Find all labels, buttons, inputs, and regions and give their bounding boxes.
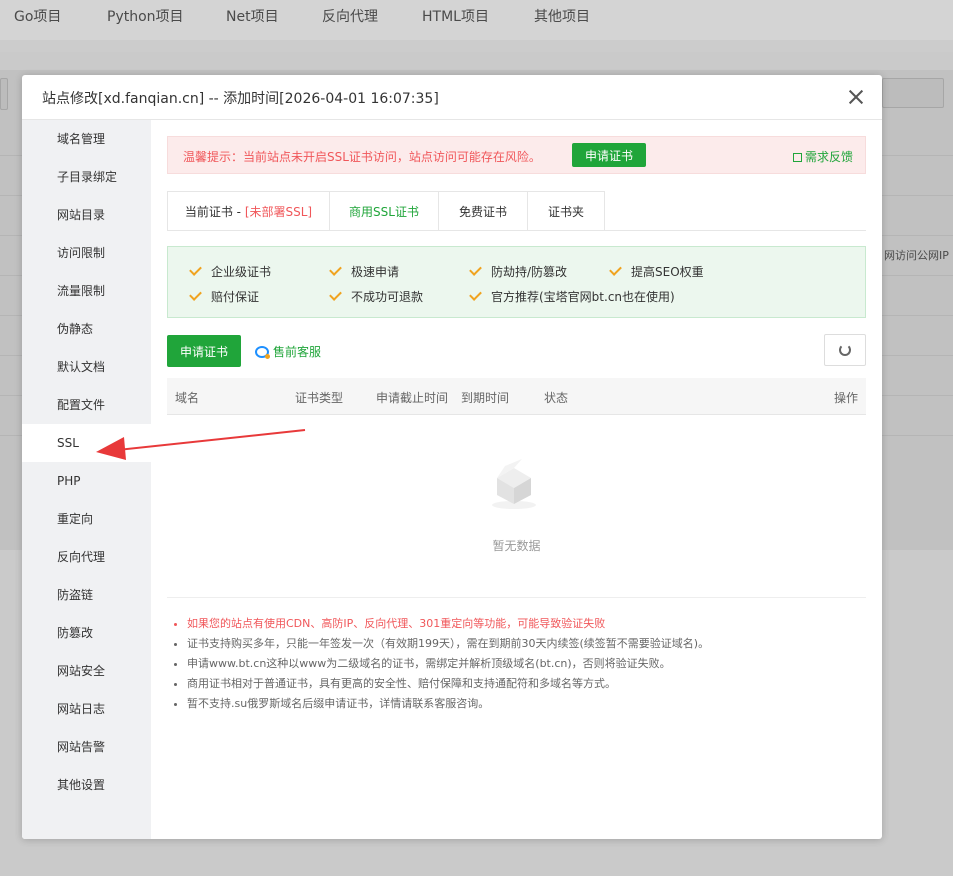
sidebar-item-domain[interactable]: 域名管理 [22,120,151,158]
sidebar-item-redirect[interactable]: 重定向 [22,500,151,538]
sidebar-item-access-limit[interactable]: 访问限制 [22,234,151,272]
empty-state-text: 暂无数据 [492,539,541,553]
apply-cert-button[interactable]: 申请证书 [167,335,241,367]
sidebar-item-ssl[interactable]: SSL [22,424,151,462]
feature-item: 企业级证书 [189,263,272,280]
feedback-label: 需求反馈 [804,150,853,164]
check-icon [609,263,622,276]
feedback-link[interactable]: 需求反馈 [792,148,853,165]
feature-item: 防劫持/防篡改 [469,263,568,280]
sidebar-item-hotlink[interactable]: 防盗链 [22,576,151,614]
tab-current-cert[interactable]: 当前证书 - [未部署SSL] [167,191,330,231]
feature-label: 提高SEO权重 [631,265,704,279]
ssl-warning-alert: 温馨提示：当前站点未开启SSL证书访问，站点访问可能存在风险。 申请证书 需求反… [167,136,866,174]
feature-item: 官方推荐(宝塔官网bt.cn也在使用) [469,288,675,305]
feature-list: 企业级证书 极速申请 防劫持/防篡改 提高SEO权重 赔付保证 不成功可退款 官… [167,246,866,318]
note-item: 暂不支持.su俄罗斯域名后缀申请证书，详情请联系客服咨询。 [187,694,709,714]
feature-label: 不成功可退款 [351,290,424,304]
sidebar-item-site-log[interactable]: 网站日志 [22,690,151,728]
sidebar-item-php[interactable]: PHP [22,462,151,500]
tab-current-status: [未部署SSL] [244,205,313,219]
notes-divider [167,597,866,598]
alert-text: 温馨提示：当前站点未开启SSL证书访问，站点访问可能存在风险。 [183,150,541,164]
note-item: 证书支持购买多年，只能一年签发一次（有效期199天），需在到期前30天内续签(续… [187,634,709,654]
sidebar-item-other-settings[interactable]: 其他设置 [22,766,151,804]
sidebar-item-site-alert[interactable]: 网站告警 [22,728,151,766]
alert-apply-button[interactable]: 申请证书 [572,143,646,167]
note-item: 如果您的站点有使用CDN、高防IP、反向代理、301重定向等功能，可能导致验证失… [187,614,709,634]
feature-item: 赔付保证 [189,288,260,305]
modal-title: 站点修改[xd.fanqian.cn] -- 添加时间[2026-04-01 1… [42,91,439,107]
presale-label: 售前客服 [273,345,322,359]
feature-item: 提高SEO权重 [609,263,704,280]
sidebar-item-site-security[interactable]: 网站安全 [22,652,151,690]
refresh-icon [839,344,851,356]
edit-icon [792,153,802,162]
check-icon [189,263,202,276]
tab-cert-folder[interactable]: 证书夹 [527,191,605,231]
feature-item: 极速申请 [329,263,400,280]
column-cert-type: 证书类型 [295,391,344,405]
presale-service-link[interactable]: 售前客服 [255,343,321,360]
column-domain: 域名 [175,391,200,405]
column-apply-deadline: 申请截止时间 [376,391,449,405]
cert-table-header: 域名 证书类型 申请截止时间 到期时间 状态 操作 [167,378,866,415]
check-icon [189,288,202,301]
close-icon[interactable] [846,87,866,107]
note-item: 商用证书相对于普通证书，具有更高的安全性、赔付保障和支持通配符和多域名等方式。 [187,674,709,694]
feature-label: 防劫持/防篡改 [491,265,568,279]
check-icon [329,263,342,276]
site-edit-modal: 站点修改[xd.fanqian.cn] -- 添加时间[2026-04-01 1… [22,75,882,839]
tab-current-label: 当前证书 - [184,205,245,219]
tab-commercial-ssl[interactable]: 商用SSL证书 [329,191,439,231]
empty-box-icon [492,459,536,509]
tabs-divider [167,230,866,231]
sidebar-item-site-dir[interactable]: 网站目录 [22,196,151,234]
check-icon [469,288,482,301]
column-status: 状态 [544,391,569,405]
sidebar-item-traffic-limit[interactable]: 流量限制 [22,272,151,310]
check-icon [329,288,342,301]
feature-label: 官方推荐(宝塔官网bt.cn也在使用) [491,290,675,304]
sidebar-item-config[interactable]: 配置文件 [22,386,151,424]
settings-sidebar: 域名管理 子目录绑定 网站目录 访问限制 流量限制 伪静态 默认文档 配置文件 … [22,120,151,839]
column-actions: 操作 [834,391,859,405]
ssl-panel: 温馨提示：当前站点未开启SSL证书访问，站点访问可能存在风险。 申请证书 需求反… [151,120,882,839]
feature-item: 不成功可退款 [329,288,424,305]
column-expiry: 到期时间 [461,391,510,405]
sidebar-item-default-doc[interactable]: 默认文档 [22,348,151,386]
tab-free-cert[interactable]: 免费证书 [438,191,528,231]
modal-header: 站点修改[xd.fanqian.cn] -- 添加时间[2026-04-01 1… [22,75,882,120]
sidebar-item-tamper-proof[interactable]: 防篡改 [22,614,151,652]
notes-list: 如果您的站点有使用CDN、高防IP、反向代理、301重定向等功能，可能导致验证失… [173,614,709,714]
refresh-button[interactable] [824,334,866,366]
sidebar-item-reverse-proxy[interactable]: 反向代理 [22,538,151,576]
feature-label: 企业级证书 [211,265,272,279]
sidebar-item-subdirectory[interactable]: 子目录绑定 [22,158,151,196]
feature-label: 赔付保证 [211,290,260,304]
sidebar-item-rewrite[interactable]: 伪静态 [22,310,151,348]
check-icon [469,263,482,276]
chat-icon [255,346,270,359]
feature-label: 极速申请 [351,265,400,279]
note-item: 申请www.bt.cn这种以www为二级域名的证书，需绑定并解析顶级域名(bt.… [187,654,709,674]
